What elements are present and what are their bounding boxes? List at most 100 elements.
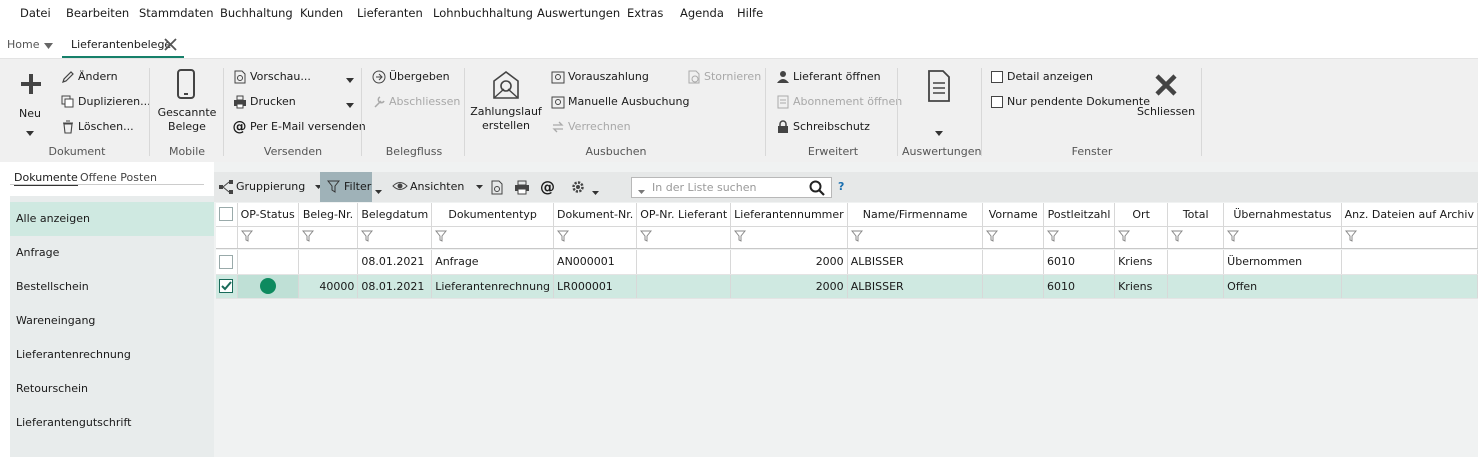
list-item-lieferantenrechnung[interactable]: Lieferantenrechnung <box>10 338 214 372</box>
column-header[interactable]: Name/Firmenname <box>847 203 984 227</box>
detail-anzeigen-checkbox[interactable]: Detail anzeigen <box>991 70 1093 83</box>
settings-dropdown-icon[interactable] <box>592 186 599 199</box>
filter-cell[interactable] <box>982 226 1044 249</box>
preview-icon[interactable] <box>490 180 504 198</box>
table-row[interactable]: 08.01.2021 Anfrage AN000001 2000 ALBISSE… <box>216 250 1478 275</box>
list-item-bestellschein[interactable]: Bestellschein <box>10 270 214 304</box>
gear-icon[interactable] <box>570 179 586 198</box>
filter-icon[interactable] <box>1171 230 1184 242</box>
row-select-cell[interactable] <box>216 250 238 275</box>
gescannte-belege-button[interactable]: Gescannte Belege <box>156 67 218 141</box>
filter-icon[interactable] <box>640 230 653 242</box>
filter-icon[interactable] <box>435 230 448 242</box>
vorauszahlung-button[interactable]: Vorauszahlung <box>550 70 649 84</box>
drucken-button[interactable]: Drucken <box>232 95 356 109</box>
filter-cell[interactable] <box>1167 226 1225 249</box>
email-versenden-button[interactable]: @ Per E-Mail versenden <box>232 120 366 134</box>
filter-cell[interactable] <box>1341 226 1478 249</box>
at-icon[interactable]: @ <box>540 178 555 196</box>
filter-cell[interactable] <box>237 226 299 249</box>
vorschau-button[interactable]: Vorschau... <box>232 70 356 84</box>
column-header[interactable]: Dokumententyp <box>431 203 555 227</box>
select-all-checkbox[interactable] <box>219 207 234 222</box>
printer-icon[interactable] <box>514 180 530 198</box>
filter-dropdown-icon[interactable] <box>375 185 382 198</box>
column-header[interactable]: Ort <box>1114 203 1169 227</box>
search-dropdown-icon[interactable] <box>638 185 645 198</box>
list-item-anfrage[interactable]: Anfrage <box>10 236 214 270</box>
filter-icon[interactable] <box>1046 230 1060 242</box>
tab-dropdown-icon[interactable] <box>44 40 53 53</box>
help-button[interactable]: ? <box>838 180 844 193</box>
tab-home[interactable]: Home <box>7 32 39 58</box>
filter-cell[interactable] <box>1043 226 1116 249</box>
column-header[interactable]: Lieferantennummer <box>730 203 848 227</box>
list-item-retourschein[interactable]: Retourschein <box>10 372 214 406</box>
filter-cell[interactable] <box>847 226 984 249</box>
search-icon[interactable] <box>809 180 825 199</box>
loeschen-button[interactable]: Löschen... <box>60 120 134 134</box>
filter-icon[interactable] <box>301 230 314 242</box>
filter-icon[interactable] <box>1227 230 1240 242</box>
abschliessen-button[interactable]: Abschliessen <box>371 95 460 109</box>
neu-button[interactable]: Neu <box>10 67 50 141</box>
subtab-offene-posten[interactable]: Offene Posten <box>80 171 157 184</box>
filter-cell[interactable] <box>1223 226 1342 249</box>
menu-auswertungen[interactable]: Auswertungen <box>537 6 620 20</box>
list-item-wareneingang[interactable]: Wareneingang <box>10 304 214 338</box>
column-header[interactable]: OP-Status <box>237 203 299 227</box>
tab-lieferantenbelege[interactable]: Lieferantenbelege <box>62 32 184 58</box>
close-tab-icon[interactable] <box>164 38 177 54</box>
column-header[interactable]: Dokument-Nr. <box>553 203 638 227</box>
filter-cell[interactable] <box>636 226 732 249</box>
lieferant-oeffnen-button[interactable]: Lieferant öffnen <box>775 70 881 84</box>
zahlungslauf-button[interactable]: Zahlungslauf erstellen <box>470 67 542 141</box>
menu-lohnbuchhaltung[interactable]: Lohnbuchhaltung <box>433 6 533 20</box>
verrechnen-button[interactable]: Verrechnen <box>550 120 631 134</box>
duplizieren-button[interactable]: Duplizieren... <box>60 95 151 109</box>
filter-button[interactable]: Filter <box>320 172 372 202</box>
stornieren-button[interactable]: Stornieren <box>686 70 761 84</box>
menu-hilfe[interactable]: Hilfe <box>737 6 763 20</box>
column-header[interactable]: Beleg-Nr. <box>298 203 359 227</box>
filter-cell[interactable] <box>298 226 359 249</box>
schliessen-button[interactable]: Schliessen <box>1136 67 1196 127</box>
column-header[interactable]: Übernahmestatus <box>1223 203 1342 227</box>
menu-datei[interactable]: Datei <box>20 6 51 20</box>
abonnement-oeffnen-button[interactable]: Abonnement öffnen <box>775 95 902 109</box>
filter-icon[interactable] <box>361 230 374 242</box>
row-checkbox[interactable] <box>219 254 233 269</box>
filter-icon[interactable] <box>240 230 253 242</box>
filter-icon[interactable] <box>986 230 999 242</box>
aendern-button[interactable]: Ändern <box>60 70 118 84</box>
nur-pendente-checkbox[interactable]: Nur pendente Dokumente <box>991 95 1150 108</box>
filter-icon[interactable] <box>734 230 747 242</box>
uebergeben-button[interactable]: Übergeben <box>371 70 450 84</box>
filter-cell[interactable] <box>357 226 433 249</box>
search-input[interactable]: In der Liste suchen <box>631 177 832 198</box>
menu-lieferanten[interactable]: Lieferanten <box>357 6 423 20</box>
filter-cell[interactable] <box>553 226 638 249</box>
column-header[interactable]: Postleitzahl <box>1043 203 1116 227</box>
menu-agenda[interactable]: Agenda <box>680 6 724 20</box>
row-select-cell[interactable] <box>216 274 238 299</box>
ansichten-button[interactable]: Ansichten <box>392 172 483 202</box>
manuelle-ausbuchung-button[interactable]: Manuelle Ausbuchung <box>550 95 689 109</box>
column-header[interactable]: OP-Nr. Lieferant <box>636 203 732 227</box>
filter-icon[interactable] <box>850 230 863 242</box>
column-header[interactable]: Vorname <box>982 203 1044 227</box>
column-header[interactable]: Anz. Dateien auf Archiv <box>1341 203 1478 227</box>
gruppierung-button[interactable]: Gruppierung <box>218 172 322 202</box>
table-row-selected[interactable]: 40000 08.01.2021 Lieferantenrechnung LR0… <box>216 274 1478 299</box>
row-checkbox-checked[interactable] <box>219 279 233 293</box>
filter-icon[interactable] <box>1118 230 1131 242</box>
filter-cell[interactable] <box>730 226 848 249</box>
menu-buchhaltung[interactable]: Buchhaltung <box>220 6 293 20</box>
list-item-alle-anzeigen[interactable]: Alle anzeigen <box>10 202 214 236</box>
schreibschutz-button[interactable]: Schreibschutz <box>775 120 870 134</box>
menu-kunden[interactable]: Kunden <box>300 6 343 20</box>
column-header[interactable]: Belegdatum <box>357 203 433 227</box>
menu-extras[interactable]: Extras <box>627 6 663 20</box>
filter-cell[interactable] <box>1114 226 1169 249</box>
menu-bearbeiten[interactable]: Bearbeiten <box>66 6 129 20</box>
